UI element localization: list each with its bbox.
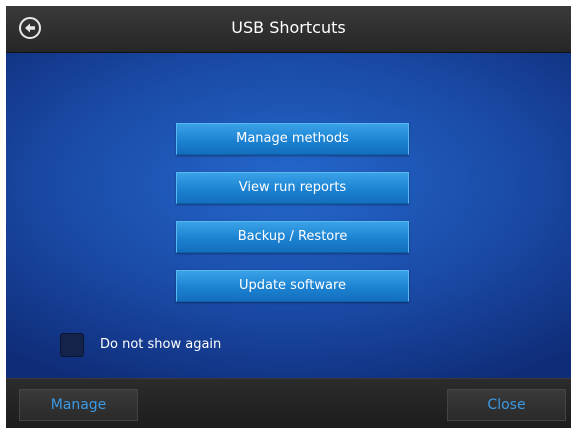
manage-button[interactable]: Manage <box>19 389 138 421</box>
usb-shortcuts-dialog: USB Shortcuts Manage methods View run re… <box>6 6 571 428</box>
view-run-reports-button[interactable]: View run reports <box>176 172 409 204</box>
backup-restore-button[interactable]: Backup / Restore <box>176 221 409 253</box>
do-not-show-again-label: Do not show again <box>100 337 222 352</box>
close-button[interactable]: Close <box>447 389 566 421</box>
update-software-button[interactable]: Update software <box>176 270 409 302</box>
do-not-show-again-checkbox[interactable] <box>60 333 84 357</box>
footer-bar: Manage Close <box>6 378 571 428</box>
title-bar: USB Shortcuts <box>6 6 571 53</box>
page-title: USB Shortcuts <box>231 18 346 37</box>
manage-methods-button[interactable]: Manage methods <box>176 123 409 155</box>
main-panel: Manage methods View run reports Backup /… <box>6 53 571 378</box>
